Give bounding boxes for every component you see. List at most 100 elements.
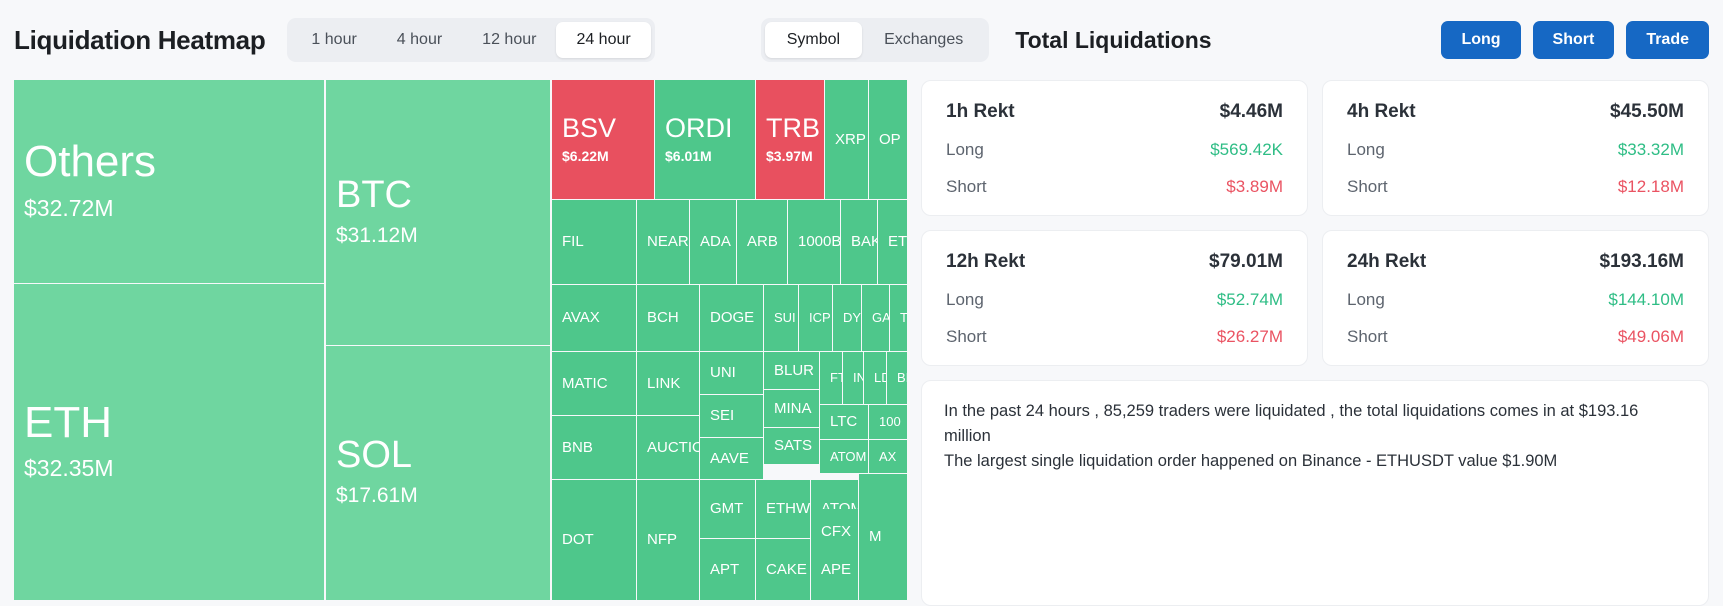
treemap-tile-100[interactable]: 100 xyxy=(869,405,907,439)
treemap-tile-symbol: ATOM xyxy=(830,448,867,464)
treemap-tile-mina[interactable]: MINA xyxy=(764,390,819,427)
treemap-tile-tia[interactable]: TIA xyxy=(890,285,907,351)
treemap-tile-apt[interactable]: APT xyxy=(700,539,755,600)
treemap-tile-1000b[interactable]: 1000B xyxy=(788,200,840,284)
treemap-tile-symbol: AUCTION xyxy=(647,438,699,456)
treemap-tile-aave[interactable]: AAVE xyxy=(700,438,763,479)
treemap-tile-blur[interactable]: BLUR xyxy=(764,352,819,389)
treemap-tile-symbol: CFX xyxy=(821,523,851,541)
timeframe-option-12-hour[interactable]: 12 hour xyxy=(462,22,556,58)
treemap-tile-symbol: TRB xyxy=(766,113,820,144)
short-label: Short xyxy=(946,177,987,196)
trade-button[interactable]: Trade xyxy=(1626,21,1709,59)
treemap-tile-icp[interactable]: ICP xyxy=(799,285,832,351)
timeframe-toggle-group[interactable]: 1 hour 4 hour 12 hour 24 hour xyxy=(287,18,655,62)
treemap-tile-doge[interactable]: DOGE xyxy=(700,285,763,351)
long-button[interactable]: Long xyxy=(1441,21,1521,59)
treemap-tile-bnb[interactable]: BNB xyxy=(552,416,636,479)
grouping-option-exchanges[interactable]: Exchanges xyxy=(862,22,985,58)
short-label: Short xyxy=(946,327,987,346)
rekt-card-title: 4h Rekt xyxy=(1347,101,1416,122)
liquidation-treemap[interactable]: Others $32.72M ETH $32.35M BTC $31.12M S… xyxy=(14,80,907,600)
treemap-tile-dy[interactable]: DY xyxy=(833,285,861,351)
long-value: $33.32M xyxy=(1617,140,1684,159)
long-label: Long xyxy=(1347,290,1385,309)
treemap-tile-symbol: GMT xyxy=(710,500,744,518)
treemap-tile-symbol: SOL xyxy=(336,434,413,477)
grouping-toggle-group[interactable]: Symbol Exchanges xyxy=(760,18,990,62)
treemap-tile-ada[interactable]: ADA xyxy=(690,200,736,284)
timeframe-option-24-hour[interactable]: 24 hour xyxy=(556,22,651,58)
treemap-tile-nfp[interactable]: NFP xyxy=(637,480,699,600)
treemap-tile-value: $32.72M xyxy=(24,194,114,221)
treemap-tile-bch[interactable]: BCH xyxy=(637,285,699,351)
treemap-tile-sol[interactable]: SOL $17.61M xyxy=(326,346,550,600)
timeframe-option-4-hour[interactable]: 4 hour xyxy=(377,22,462,58)
rekt-card-total: $45.50M xyxy=(1610,101,1684,122)
treemap-tile-ft[interactable]: FT xyxy=(820,352,842,404)
treemap-tile-matic[interactable]: MATIC xyxy=(552,352,636,415)
treemap-tile-m[interactable]: M xyxy=(859,474,907,600)
treemap-tile-value: $32.35M xyxy=(24,455,114,482)
treemap-tile-eth[interactable]: ETH $32.35M xyxy=(14,284,324,600)
rekt-card-4h: 4h Rekt $45.50M Long $33.32M Short $12.1… xyxy=(1322,80,1709,216)
treemap-tile-link[interactable]: LINK xyxy=(637,352,699,415)
treemap-tile-near[interactable]: NEAR xyxy=(637,200,689,284)
treemap-tile-in[interactable]: IN xyxy=(843,352,863,404)
short-value: $12.18M xyxy=(1617,177,1684,196)
treemap-tile-ltc[interactable]: LTC xyxy=(820,405,868,439)
treemap-tile-bi[interactable]: BI xyxy=(887,352,907,404)
short-button[interactable]: Short xyxy=(1532,21,1615,59)
treemap-tile-uni[interactable]: UNI xyxy=(700,352,763,394)
rekt-card-short-row: Short $3.89M xyxy=(946,177,1283,197)
treemap-tile-ga[interactable]: GA xyxy=(862,285,889,351)
treemap-tile-value: $6.01M xyxy=(665,147,712,164)
treemap-tile-ethw[interactable]: ETHW xyxy=(756,480,810,538)
rekt-card-short-row: Short $49.06M xyxy=(1347,327,1684,347)
treemap-tile-symbol: ADA xyxy=(700,233,731,251)
treemap-tile-symbol: APE xyxy=(821,560,852,578)
treemap-tile-cake[interactable]: CAKE xyxy=(756,539,810,600)
treemap-tile-symbol: ARB xyxy=(747,233,778,251)
rekt-cards-grid: 1h Rekt $4.46M Long $569.42K Short $3.89… xyxy=(921,80,1709,366)
treemap-tile-etc[interactable]: ETC xyxy=(878,200,907,284)
treemap-tile-ordi[interactable]: ORDI $6.01M xyxy=(655,80,755,199)
treemap-tile-sats[interactable]: SATS xyxy=(764,428,819,464)
treemap-tile-symbol: SUI xyxy=(774,310,796,326)
treemap-tile-atom[interactable]: ATOM xyxy=(820,440,868,473)
treemap-tile-trb[interactable]: TRB $3.97M xyxy=(756,80,824,199)
treemap-tile-ax[interactable]: AX xyxy=(869,440,907,473)
rekt-card-long-row: Long $52.74M xyxy=(946,290,1283,310)
treemap-tile-sui[interactable]: SUI xyxy=(764,285,798,351)
treemap-tile-gmt[interactable]: GMT xyxy=(700,480,755,538)
treemap-tile-bsv[interactable]: BSV $6.22M xyxy=(552,80,654,199)
grouping-option-symbol[interactable]: Symbol xyxy=(764,22,863,58)
treemap-tile-symbol: ETHW xyxy=(766,500,810,518)
long-value: $52.74M xyxy=(1216,290,1283,309)
treemap-tile-symbol: DY xyxy=(843,310,861,326)
treemap-tile-avax[interactable]: AVAX xyxy=(552,285,636,351)
treemap-tile-xrp[interactable]: XRP xyxy=(825,80,868,199)
treemap-tile-symbol: BTC xyxy=(336,173,412,216)
treemap-tile-others[interactable]: Others $32.72M xyxy=(14,80,324,283)
treemap-tile-symbol: BLUR xyxy=(774,361,815,379)
treemap-tile-ape[interactable]: APE xyxy=(811,539,858,600)
treemap-tile-auction[interactable]: AUCTION xyxy=(637,416,699,479)
treemap-tile-ld[interactable]: LD xyxy=(864,352,886,404)
treemap-tile-arb[interactable]: ARB xyxy=(737,200,787,284)
treemap-tile-sei[interactable]: SEI xyxy=(700,395,763,437)
long-label: Long xyxy=(946,290,984,309)
treemap-tile-symbol: LINK xyxy=(647,374,681,392)
long-label: Long xyxy=(946,140,984,159)
treemap-tile-symbol: DOGE xyxy=(710,309,755,327)
timeframe-option-1-hour[interactable]: 1 hour xyxy=(291,22,376,58)
treemap-tile-dot[interactable]: DOT xyxy=(552,480,636,600)
treemap-tile-bake[interactable]: BAKE xyxy=(841,200,877,284)
treemap-tile-fil[interactable]: FIL xyxy=(552,200,636,284)
rekt-card-short-row: Short $12.18M xyxy=(1347,177,1684,197)
treemap-tile-op[interactable]: OP xyxy=(869,80,907,199)
rekt-card-header: 12h Rekt $79.01M xyxy=(946,251,1283,273)
total-liquidations-title: Total Liquidations xyxy=(1015,26,1212,53)
treemap-tile-symbol: NFP xyxy=(647,531,677,549)
treemap-tile-btc[interactable]: BTC $31.12M xyxy=(326,80,550,345)
